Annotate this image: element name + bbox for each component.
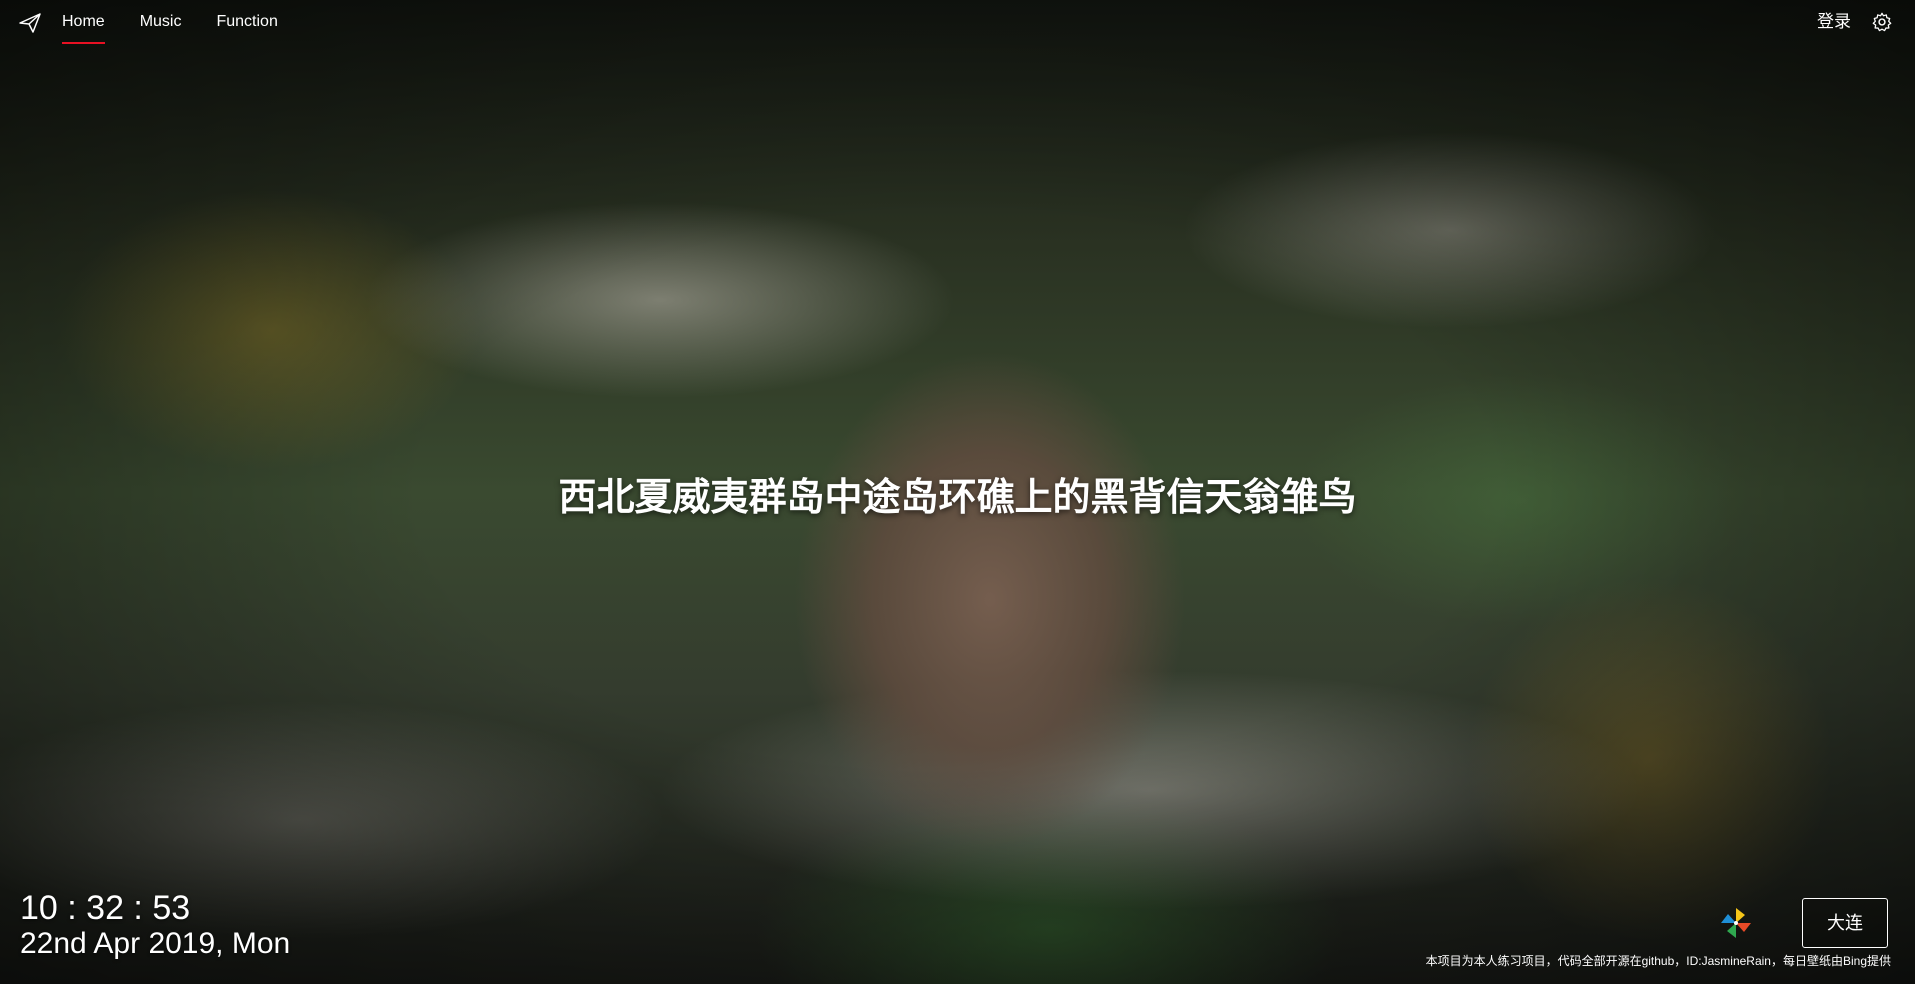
- clock-time: 10 : 32 : 53: [20, 889, 191, 927]
- top-navigation-bar: Home Music Function 登录: [0, 0, 1915, 44]
- city-button[interactable]: 大连: [1802, 898, 1888, 948]
- nav-music[interactable]: Music: [140, 0, 182, 44]
- paper-plane-icon[interactable]: [18, 11, 42, 35]
- pinwheel-icon[interactable]: [1718, 905, 1754, 941]
- login-link[interactable]: 登录: [1817, 10, 1851, 34]
- wallpaper-caption: 西北夏威夷群岛中途岛环礁上的黑背信天翁雏鸟: [558, 477, 1357, 519]
- clock-date: 22nd Apr 2019, Mon: [20, 927, 291, 960]
- nav-function[interactable]: Function: [216, 0, 277, 44]
- main-nav: Home Music Function: [62, 0, 313, 44]
- nav-home[interactable]: Home: [62, 0, 105, 44]
- footer-note: 本项目为本人练习项目，代码全部开源在github，ID:JasmineRain，…: [1425, 954, 1891, 968]
- wallpaper-background: Home Music Function 登录 西北夏威夷群岛中途岛环礁上的黑背信…: [0, 0, 1915, 984]
- gear-icon[interactable]: [1871, 11, 1893, 33]
